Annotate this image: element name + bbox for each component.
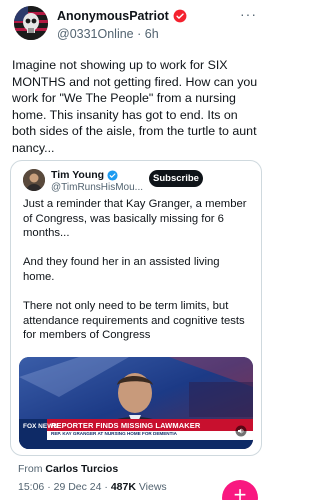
quoted-paragraph: There not only need to be term limits, b… xyxy=(23,300,245,342)
quoted-post-text: Just a reminder that Kay Granger, a memb… xyxy=(23,197,251,358)
video-player[interactable]: FOX NEWS REPORTER FINDS MISSING LAWMAKER… xyxy=(19,357,253,449)
verified-blue-badge-icon xyxy=(107,169,118,181)
post-time[interactable]: 6h xyxy=(145,27,159,41)
news-headline: REPORTER FINDS MISSING LAWMAKER xyxy=(51,421,201,430)
skull-flag-avatar-icon xyxy=(14,6,48,40)
volume-icon[interactable] xyxy=(235,425,247,437)
from-label: From xyxy=(18,463,43,475)
views-label: Views xyxy=(135,481,167,493)
author-name-row: AnonymousPatriot xyxy=(57,8,187,24)
author-handle[interactable]: @0331Online xyxy=(57,27,134,41)
separator-dot: · xyxy=(133,27,145,41)
person-avatar-icon xyxy=(23,169,45,191)
quoted-paragraph: Just a reminder that Kay Granger, a memb… xyxy=(23,198,247,240)
views-count: 487K xyxy=(110,481,136,493)
quoted-author-name[interactable]: Tim Young xyxy=(51,169,104,181)
quoted-author-name-row: Tim Young xyxy=(51,168,118,182)
more-icon[interactable]: ··· xyxy=(240,7,256,21)
quoted-author-avatar[interactable] xyxy=(23,169,45,191)
compose-button[interactable]: + xyxy=(222,480,258,500)
quoted-author-handle[interactable]: @TimRunsHisMou... xyxy=(51,182,146,193)
post-text: Imagine not showing up to work for SIX M… xyxy=(12,58,258,155)
news-subheadline: REP. KAY GRANGER AT NURSING HOME FOR DEM… xyxy=(51,431,177,436)
plus-icon: + xyxy=(233,482,247,500)
from-name[interactable]: Carlos Turcios xyxy=(45,463,118,475)
quoted-post[interactable]: Tim Young @TimRunsHisMou... Subscribe Ju… xyxy=(10,160,262,456)
author-handle-row: @0331Online · 6h xyxy=(57,26,159,42)
verified-red-badge-icon xyxy=(173,9,187,23)
author-name[interactable]: AnonymousPatriot xyxy=(57,8,169,24)
post-header: AnonymousPatriot @0331Online · 6h ··· xyxy=(0,0,270,50)
quoted-paragraph: And they found her in an assisted living… xyxy=(23,256,220,283)
author-avatar[interactable] xyxy=(14,6,48,40)
post-timestamp: 15:06 · 29 Dec 24 · xyxy=(18,481,111,493)
from-attribution: From Carlos Turcios xyxy=(18,463,118,475)
subscribe-button[interactable]: Subscribe xyxy=(149,170,203,187)
post-meta: 15:06 · 29 Dec 24 · 487K Views xyxy=(18,481,167,493)
